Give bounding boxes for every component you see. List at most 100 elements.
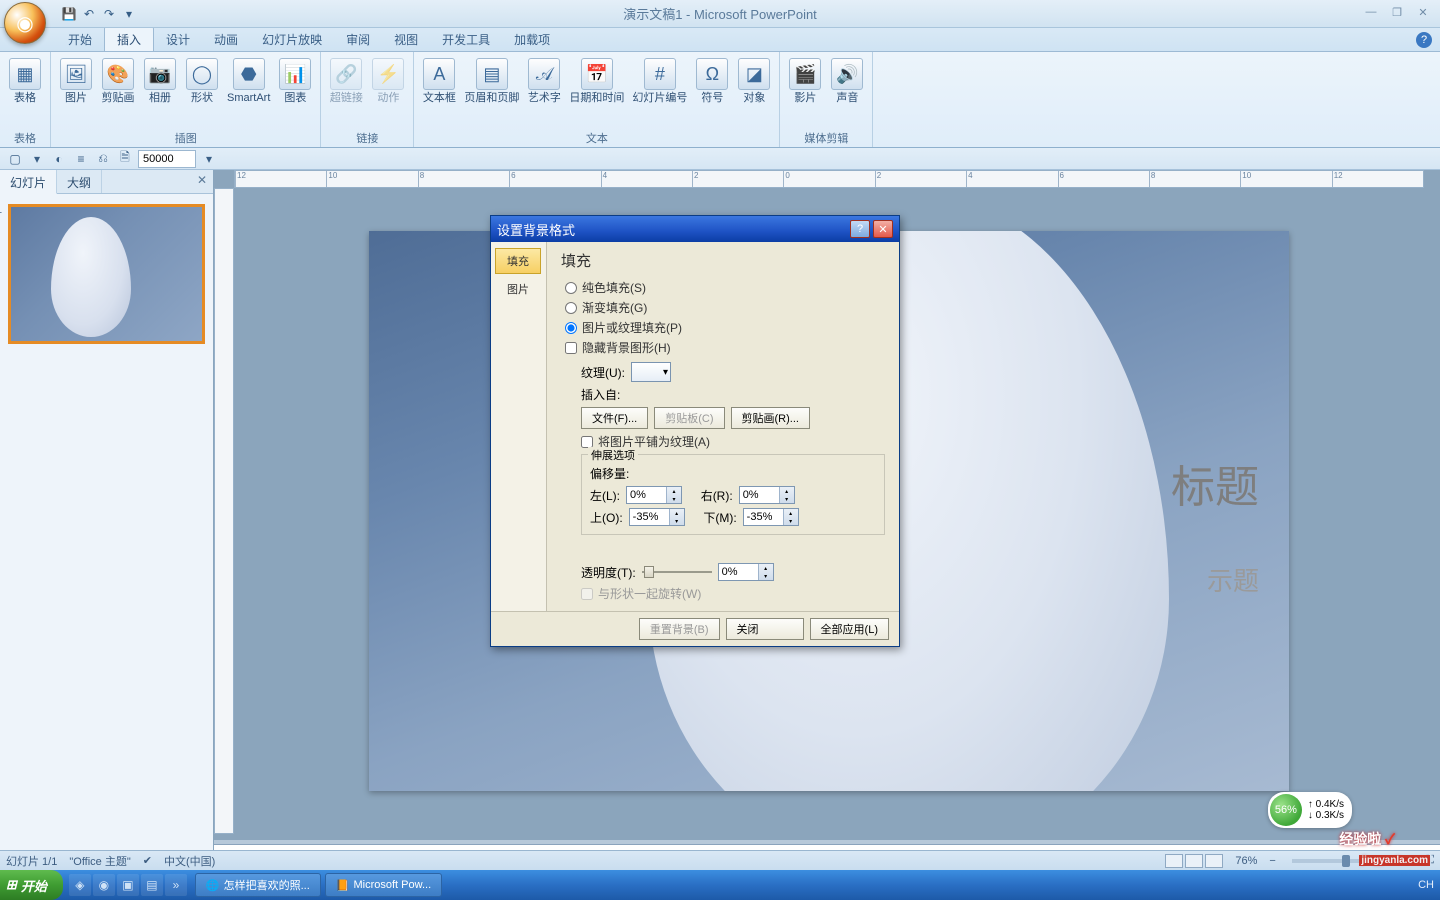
tab-insert[interactable]: 插入 bbox=[104, 26, 154, 51]
offset-top-input[interactable]: -35% bbox=[629, 508, 685, 526]
group-label: 链接 bbox=[352, 129, 382, 147]
clipart-button[interactable]: 剪贴画(R)... bbox=[731, 407, 810, 429]
smartart-icon: ⬣ bbox=[233, 58, 265, 90]
tool-icon[interactable]: ≡ bbox=[72, 150, 90, 168]
quicklaunch-icon[interactable]: ◉ bbox=[93, 874, 115, 896]
offset-right-input[interactable]: 0% bbox=[739, 486, 795, 504]
system-tray[interactable]: CH bbox=[1418, 879, 1440, 891]
quicklaunch-icon[interactable]: ▣ bbox=[117, 874, 139, 896]
tab-addins[interactable]: 加载项 bbox=[502, 27, 562, 51]
option-hide-bg[interactable]: 隐藏背景图形(H) bbox=[561, 339, 885, 356]
file-button[interactable]: 文件(F)... bbox=[581, 407, 648, 429]
offset-bottom-input[interactable]: -35% bbox=[743, 508, 799, 526]
texture-dropdown[interactable]: ▾ bbox=[631, 362, 671, 382]
taskbar-item[interactable]: 🌐 怎样把喜欢的照... bbox=[195, 873, 321, 897]
slide-thumbnail[interactable] bbox=[8, 204, 205, 344]
header-footer-button[interactable]: ▤页眉和页脚 bbox=[462, 56, 521, 124]
sorter-view-button[interactable] bbox=[1185, 854, 1203, 868]
zoom-percent[interactable]: 76% bbox=[1235, 855, 1257, 867]
wordart-button[interactable]: 𝒜艺术字 bbox=[525, 56, 563, 124]
maximize-button[interactable]: ❐ bbox=[1386, 4, 1408, 20]
tool-icon[interactable]: ▾ bbox=[200, 150, 218, 168]
option-gradient[interactable]: 渐变填充(G) bbox=[561, 299, 885, 316]
option-picture[interactable]: 图片或纹理填充(P) bbox=[561, 319, 885, 336]
option-solid[interactable]: 纯色填充(S) bbox=[561, 279, 885, 296]
clipart-button[interactable]: 🎨剪贴画 bbox=[99, 56, 137, 124]
object-icon: ◪ bbox=[738, 58, 770, 90]
office-button[interactable]: ◉ bbox=[4, 2, 46, 44]
pane-tab-slides[interactable]: 幻灯片 bbox=[0, 170, 57, 194]
reset-button: 重置背景(B) bbox=[639, 618, 720, 640]
taskbar-item[interactable]: 📙 Microsoft Pow... bbox=[325, 873, 442, 897]
sidebar-picture[interactable]: 图片 bbox=[495, 277, 541, 301]
transparency-slider[interactable] bbox=[642, 563, 712, 581]
smartart-button[interactable]: ⬣SmartArt bbox=[225, 56, 272, 124]
offset-left-input[interactable]: 0% bbox=[626, 486, 682, 504]
slidenumber-button[interactable]: #幻灯片编号 bbox=[630, 56, 689, 124]
group-text: A文本框 ▤页眉和页脚 𝒜艺术字 📅日期和时间 #幻灯片编号 Ω符号 ◪对象 文… bbox=[414, 52, 780, 147]
tab-home[interactable]: 开始 bbox=[56, 27, 104, 51]
texture-label: 纹理(U): bbox=[581, 364, 625, 381]
value-input[interactable] bbox=[138, 150, 196, 168]
network-widget[interactable]: 56% ↑ 0.4K/s ↓ 0.3K/s bbox=[1268, 792, 1352, 828]
transparency-input[interactable]: 0% bbox=[718, 563, 774, 581]
close-button[interactable]: 关闭 bbox=[726, 618, 804, 640]
tab-design[interactable]: 设计 bbox=[154, 27, 202, 51]
datetime-button[interactable]: 📅日期和时间 bbox=[567, 56, 626, 124]
normal-view-button[interactable] bbox=[1165, 854, 1183, 868]
slideshow-view-button[interactable] bbox=[1205, 854, 1223, 868]
quicklaunch-icon[interactable]: ◈ bbox=[69, 874, 91, 896]
picture-button[interactable]: 🖼图片 bbox=[57, 56, 95, 124]
album-button[interactable]: 📷相册 bbox=[141, 56, 179, 124]
table-button[interactable]: ▦表格 bbox=[6, 56, 44, 124]
ime-indicator[interactable]: CH bbox=[1418, 879, 1434, 891]
tab-animation[interactable]: 动画 bbox=[202, 27, 250, 51]
rotate-checkbox: 与形状一起旋转(W) bbox=[581, 585, 885, 602]
object-button[interactable]: ◪对象 bbox=[735, 56, 773, 124]
quicklaunch-icon[interactable]: » bbox=[165, 874, 187, 896]
pane-tab-outline[interactable]: 大纲 bbox=[57, 170, 102, 193]
tool-icon[interactable]: ▢ bbox=[6, 150, 24, 168]
tab-view[interactable]: 视图 bbox=[382, 27, 430, 51]
chart-button[interactable]: 📊图表 bbox=[276, 56, 314, 124]
ribbon: ▦表格 表格 🖼图片 🎨剪贴画 📷相册 ◯形状 ⬣SmartArt 📊图表 插图… bbox=[0, 52, 1440, 148]
spellcheck-icon[interactable]: ✔ bbox=[143, 854, 152, 867]
tool-icon[interactable]: 🗎 bbox=[116, 150, 134, 168]
qat-more-icon[interactable]: ▾ bbox=[120, 5, 138, 23]
language-indicator[interactable]: 中文(中国) bbox=[164, 853, 215, 869]
undo-icon[interactable]: ↶ bbox=[80, 5, 98, 23]
tab-developer[interactable]: 开发工具 bbox=[430, 27, 502, 51]
hyperlink-button[interactable]: 🔗超链接 bbox=[327, 56, 365, 124]
help-icon[interactable]: ? bbox=[1416, 32, 1432, 48]
tab-review[interactable]: 审阅 bbox=[334, 27, 382, 51]
tool-icon[interactable]: ⎌ bbox=[94, 150, 112, 168]
close-button[interactable]: ✕ bbox=[1412, 4, 1434, 20]
dialog-title-bar[interactable]: 设置背景格式 ? ✕ bbox=[491, 216, 899, 242]
dialog-help-button[interactable]: ? bbox=[850, 220, 870, 238]
apply-all-button[interactable]: 全部应用(L) bbox=[810, 618, 889, 640]
action-button[interactable]: ⚡动作 bbox=[369, 56, 407, 124]
view-buttons bbox=[1165, 854, 1223, 868]
tool-icon[interactable]: ▾ bbox=[28, 150, 46, 168]
movie-button[interactable]: 🎬影片 bbox=[786, 56, 824, 124]
dialog-close-button[interactable]: ✕ bbox=[873, 220, 893, 238]
textbox-button[interactable]: A文本框 bbox=[420, 56, 458, 124]
minimize-button[interactable]: — bbox=[1360, 4, 1382, 20]
shapes-button[interactable]: ◯形状 bbox=[183, 56, 221, 124]
zoom-out-icon[interactable]: − bbox=[1269, 855, 1275, 867]
quicklaunch-icon[interactable]: ▤ bbox=[141, 874, 163, 896]
subtitle-placeholder[interactable]: 示题 bbox=[1207, 561, 1259, 598]
symbol-button[interactable]: Ω符号 bbox=[693, 56, 731, 124]
save-icon[interactable]: 💾 bbox=[60, 5, 78, 23]
title-placeholder[interactable]: 标题 bbox=[1171, 451, 1259, 515]
redo-icon[interactable]: ↷ bbox=[100, 5, 118, 23]
start-button[interactable]: ⊞ 开始 bbox=[0, 870, 63, 900]
dialog-main: 填充 纯色填充(S) 渐变填充(G) 图片或纹理填充(P) 隐藏背景图形(H) … bbox=[547, 242, 899, 611]
tool-icon[interactable]: ◐ bbox=[50, 150, 68, 168]
hyperlink-icon: 🔗 bbox=[330, 58, 362, 90]
tab-slideshow[interactable]: 幻灯片放映 bbox=[250, 27, 334, 51]
format-background-dialog: 设置背景格式 ? ✕ 填充 图片 填充 纯色填充(S) 渐变填充(G) 图片或纹… bbox=[490, 215, 900, 647]
pane-close-icon[interactable]: ✕ bbox=[191, 170, 213, 193]
sound-button[interactable]: 🔊声音 bbox=[828, 56, 866, 124]
sidebar-fill[interactable]: 填充 bbox=[495, 248, 541, 274]
